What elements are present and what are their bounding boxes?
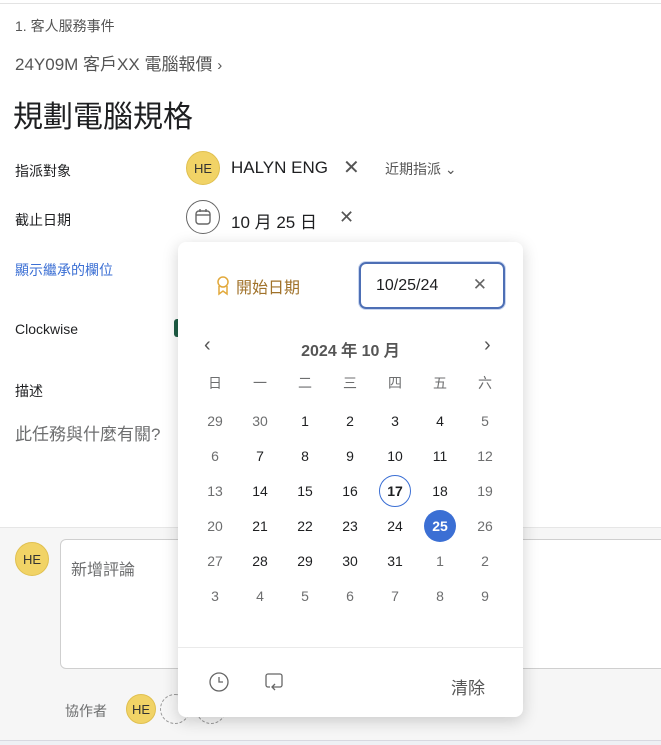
calendar-day-selected[interactable]: 25 [424, 510, 456, 542]
chevron-down-icon: ⌄ [444, 161, 457, 177]
clear-input-icon[interactable]: ✕ [473, 275, 487, 295]
start-date-label: 開始日期 [236, 280, 301, 297]
calendar-day[interactable]: 24 [379, 510, 411, 542]
calendar-day[interactable]: 22 [289, 510, 321, 542]
task-title[interactable]: 規劃電腦規格 [13, 92, 193, 136]
description-field[interactable]: 此任務與什麼有關? [15, 420, 160, 445]
calendar-day[interactable]: 6 [199, 440, 231, 472]
recent-assignees-dropdown[interactable]: 近期指派 ⌄ [385, 159, 457, 179]
month-label: 2024 年 10 月 [301, 343, 400, 360]
calendar-day[interactable]: 30 [244, 405, 276, 437]
calendar-day[interactable]: 9 [334, 440, 366, 472]
calendar-day[interactable]: 7 [244, 440, 276, 472]
description-label: 描述 [15, 383, 43, 399]
calendar-day[interactable]: 10 [379, 440, 411, 472]
calendar-day-today[interactable]: 17 [379, 475, 411, 507]
clear-button[interactable]: 清除 [451, 674, 485, 699]
calendar-day[interactable]: 16 [334, 475, 366, 507]
calendar-day[interactable]: 2 [469, 545, 501, 577]
calendar-day[interactable]: 29 [199, 405, 231, 437]
weekday-header: 六 [478, 375, 492, 391]
calendar-day[interactable]: 6 [334, 580, 366, 612]
weekday-header: 四 [388, 375, 402, 391]
calendar-day[interactable]: 31 [379, 545, 411, 577]
weekday-header: 一 [253, 375, 267, 391]
footer-divider [178, 647, 523, 648]
calendar-day[interactable]: 15 [289, 475, 321, 507]
weekday-header: 二 [298, 375, 312, 391]
commenter-avatar: HE [15, 542, 49, 576]
calendar-day[interactable]: 4 [424, 405, 456, 437]
assignee-avatar: HE [186, 151, 220, 185]
calendar-day[interactable]: 27 [199, 545, 231, 577]
assignee-label: 指派對象 [15, 163, 71, 179]
calendar-day[interactable]: 12 [469, 440, 501, 472]
calendar-day[interactable]: 21 [244, 510, 276, 542]
calendar-day[interactable]: 1 [424, 545, 456, 577]
repeat-icon[interactable] [264, 672, 284, 697]
calendar-day[interactable]: 7 [379, 580, 411, 612]
parent-task-link[interactable]: 24Y09M 客戶XX 電腦報價 › [15, 50, 222, 75]
calendar-day[interactable]: 3 [199, 580, 231, 612]
collaborators-label: 協作者 [65, 703, 107, 719]
clockwise-label: Clockwise [15, 321, 79, 337]
calendar-day[interactable]: 13 [199, 475, 231, 507]
top-divider [0, 3, 661, 4]
calendar-day[interactable]: 1 [289, 405, 321, 437]
date-input[interactable]: 10/25/24 ✕ [359, 262, 505, 309]
calendar-day[interactable]: 3 [379, 405, 411, 437]
calendar-day[interactable]: 23 [334, 510, 366, 542]
chevron-right-icon: › [217, 57, 223, 74]
collaborator-avatar: HE [126, 694, 156, 724]
date-picker-popup: 開始日期 10/25/24 ✕ ‹ 2024 年 10 月 › 日一二三四五六2… [178, 242, 523, 717]
due-date-label: 截止日期 [15, 212, 71, 228]
parent-task-label: 24Y09M 客戶XX 電腦報價 [15, 55, 213, 74]
calendar-day[interactable]: 5 [289, 580, 321, 612]
calendar-day[interactable]: 26 [469, 510, 501, 542]
show-inherited-fields-link[interactable]: 顯示繼承的欄位 [15, 260, 113, 280]
weekday-header: 三 [343, 375, 357, 391]
calendar-day[interactable]: 8 [289, 440, 321, 472]
due-date-value[interactable]: 10 月 25 日 [231, 208, 317, 233]
calendar-day[interactable]: 9 [469, 580, 501, 612]
calendar-day[interactable]: 11 [424, 440, 456, 472]
calendar-day[interactable]: 4 [244, 580, 276, 612]
calendar-day[interactable]: 19 [469, 475, 501, 507]
recent-assignees-label: 近期指派 [385, 161, 441, 177]
remove-assignee-icon[interactable]: ✕ [343, 155, 360, 180]
start-date-button[interactable]: 開始日期 [216, 274, 300, 298]
calendar-day[interactable]: 8 [424, 580, 456, 612]
calendar-day[interactable]: 5 [469, 405, 501, 437]
ribbon-icon [217, 276, 229, 296]
bottom-divider [0, 740, 661, 745]
calendar-day[interactable]: 30 [334, 545, 366, 577]
assignee-name[interactable]: HALYN ENG [231, 158, 328, 178]
next-month-icon[interactable]: › [484, 334, 491, 357]
weekday-header: 日 [208, 375, 222, 391]
calendar-day[interactable]: 28 [244, 545, 276, 577]
calendar-day[interactable]: 20 [199, 510, 231, 542]
calendar-icon[interactable] [186, 200, 220, 234]
date-input-value: 10/25/24 [376, 277, 439, 294]
calendar-day[interactable]: 29 [289, 545, 321, 577]
calendar-day[interactable]: 2 [334, 405, 366, 437]
calendar-day[interactable]: 14 [244, 475, 276, 507]
calendar-day[interactable]: 18 [424, 475, 456, 507]
comment-placeholder: 新增評論 [71, 562, 136, 579]
weekday-header: 五 [433, 375, 447, 391]
clear-due-date-icon[interactable]: ✕ [339, 207, 354, 228]
project-breadcrumb[interactable]: 1. 客人服務事件 [15, 16, 115, 36]
time-icon[interactable] [209, 672, 229, 697]
